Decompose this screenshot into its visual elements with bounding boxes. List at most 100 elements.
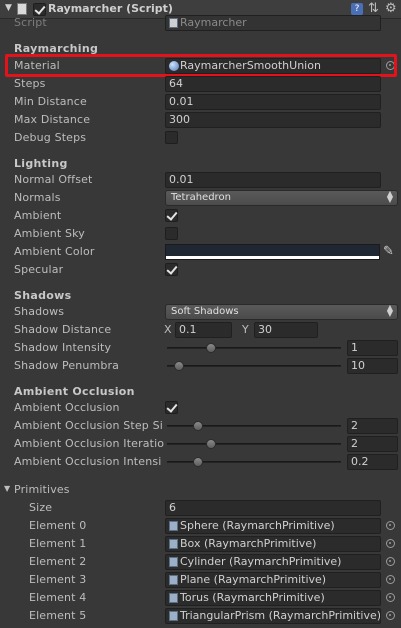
material-field[interactable]: RaymarcherSmoothUnion [165, 58, 381, 74]
object-picker-icon[interactable] [386, 539, 395, 548]
element-label: Element 5 [29, 609, 87, 622]
distance-x-field[interactable]: 0.1 [175, 322, 232, 338]
element-row: Element 2 Cylinder (RaymarchPrimitive) [0, 553, 401, 571]
ao-intensity-field[interactable]: 0.2 [347, 454, 398, 470]
ambient-label: Ambient [14, 209, 62, 222]
eyedropper-icon[interactable]: ✎ [383, 244, 394, 259]
shadow-intensity-field[interactable]: 1 [347, 340, 398, 356]
debug-steps-label: Debug Steps [14, 131, 87, 144]
ambient-color-swatch[interactable] [165, 244, 380, 260]
shadow-penumbra-slider[interactable] [167, 365, 341, 367]
ao-enabled-checkbox[interactable] [165, 401, 178, 414]
script-file-icon [169, 18, 178, 28]
element-value: Torus (RaymarchPrimitive) [180, 591, 325, 604]
primitives-size-field[interactable]: 6 [165, 500, 381, 516]
distance-y-label: Y [242, 323, 249, 336]
element-label: Element 3 [29, 573, 87, 586]
ao-intensity-thumb[interactable] [193, 457, 204, 467]
material-label: Material [14, 59, 60, 72]
object-picker-icon[interactable] [386, 521, 395, 530]
dropdown-arrows-icon: ▲ ▼ [386, 303, 393, 318]
element-label: Element 2 [29, 555, 87, 568]
shadow-intensity-thumb[interactable] [205, 343, 216, 353]
shadows-value: Soft Shadows [171, 306, 239, 317]
ao-step-label: Ambient Occlusion Step Si [14, 419, 163, 432]
ambient-color-row: Ambient Color ✎ [0, 243, 401, 261]
element-field[interactable]: TriangularPrism (RaymarchPrimitive) [165, 608, 381, 624]
object-picker-icon[interactable] [386, 593, 395, 602]
max-distance-row: Max Distance 300 [0, 111, 401, 129]
shadow-intensity-row: Shadow Intensity 1 [0, 339, 401, 357]
primitives-label: Primitives [14, 483, 70, 496]
section-raymarching: Raymarching [14, 42, 99, 55]
ambient-sky-checkbox[interactable] [165, 227, 178, 240]
distance-y-field[interactable]: 30 [254, 322, 318, 338]
element-value: Sphere (RaymarchPrimitive) [180, 519, 335, 532]
ambient-sky-row: Ambient Sky [0, 225, 401, 243]
element-row: Element 5 TriangularPrism (RaymarchPrimi… [0, 607, 401, 625]
max-distance-field[interactable]: 300 [165, 112, 381, 128]
section-ambient-occlusion: Ambient Occlusion [14, 385, 135, 398]
element-field[interactable]: Cylinder (RaymarchPrimitive) [165, 554, 381, 570]
normal-offset-row: Normal Offset 0.01 [0, 171, 401, 189]
steps-label: Steps [14, 77, 46, 90]
element-label: Element 4 [29, 591, 87, 604]
foldout-arrow-icon[interactable]: ▼ [5, 3, 12, 13]
debug-steps-checkbox[interactable] [165, 131, 178, 144]
shadow-penumbra-field[interactable]: 10 [347, 358, 398, 374]
shadows-dropdown[interactable]: Soft Shadows ▲ ▼ [165, 304, 398, 320]
normals-dropdown[interactable]: Tetrahedron ▲ ▼ [165, 190, 398, 206]
primitives-size-label: Size [29, 501, 53, 514]
ao-step-thumb[interactable] [193, 421, 204, 431]
script-label: Script [14, 16, 47, 29]
ao-iterations-thumb[interactable] [205, 439, 216, 449]
element-row: Element 0 Sphere (RaymarchPrimitive) [0, 517, 401, 535]
ao-enabled-label: Ambient Occlusion [14, 401, 120, 414]
ao-step-field[interactable]: 2 [347, 418, 398, 434]
ao-step-row: Ambient Occlusion Step Si 2 [0, 417, 401, 435]
element-label: Element 0 [29, 519, 87, 532]
element-field[interactable]: Sphere (RaymarchPrimitive) [165, 518, 381, 534]
specular-label: Specular [14, 263, 64, 276]
shadow-distance-row: Shadow Distance X 0.1 Y 30 [0, 321, 401, 339]
shadow-penumbra-thumb[interactable] [174, 361, 185, 371]
normals-label: Normals [14, 191, 61, 204]
object-picker-icon[interactable] [386, 61, 395, 70]
steps-field[interactable]: 64 [165, 76, 381, 92]
specular-checkbox[interactable] [165, 263, 178, 276]
primitives-row[interactable]: ▼ Primitives [0, 481, 401, 499]
normals-value: Tetrahedron [171, 192, 231, 203]
element-label: Element 1 [29, 537, 87, 550]
element-field[interactable]: Torus (RaymarchPrimitive) [165, 590, 381, 606]
foldout-arrow-icon[interactable]: ▼ [4, 484, 10, 493]
element-field[interactable]: Plane (RaymarchPrimitive) [165, 572, 381, 588]
element-row: Element 4 Torus (RaymarchPrimitive) [0, 589, 401, 607]
ao-iterations-row: Ambient Occlusion Iteratio 2 [0, 435, 401, 453]
shadows-row: Shadows Soft Shadows ▲ ▼ [0, 303, 401, 321]
element-value: Plane (RaymarchPrimitive) [180, 573, 327, 586]
max-distance-label: Max Distance [14, 113, 91, 126]
min-distance-row: Min Distance 0.01 [0, 93, 401, 111]
object-picker-icon[interactable] [386, 557, 395, 566]
ao-iterations-slider[interactable] [167, 443, 341, 445]
script-file-icon [169, 521, 178, 531]
script-file-icon [169, 593, 178, 603]
ambient-color-label: Ambient Color [14, 245, 95, 258]
min-distance-field[interactable]: 0.01 [165, 94, 381, 110]
ambient-checkbox[interactable] [165, 209, 178, 222]
distance-x-label: X [164, 323, 172, 336]
debug-steps-row: Debug Steps [0, 129, 401, 147]
object-picker-icon[interactable] [386, 611, 395, 620]
script-file-icon [169, 557, 178, 567]
material-row: Material RaymarcherSmoothUnion [0, 57, 401, 75]
object-picker-icon[interactable] [386, 575, 395, 584]
specular-row: Specular [0, 261, 401, 279]
normal-offset-field[interactable]: 0.01 [165, 172, 381, 188]
shadow-intensity-slider[interactable] [167, 347, 341, 349]
shadow-intensity-label: Shadow Intensity [14, 341, 112, 354]
script-row: Script Raymarcher [0, 14, 401, 32]
ao-iterations-field[interactable]: 2 [347, 436, 398, 452]
normals-row: Normals Tetrahedron ▲ ▼ [0, 189, 401, 207]
element-field[interactable]: Box (RaymarchPrimitive) [165, 536, 381, 552]
script-file-icon [169, 575, 178, 585]
